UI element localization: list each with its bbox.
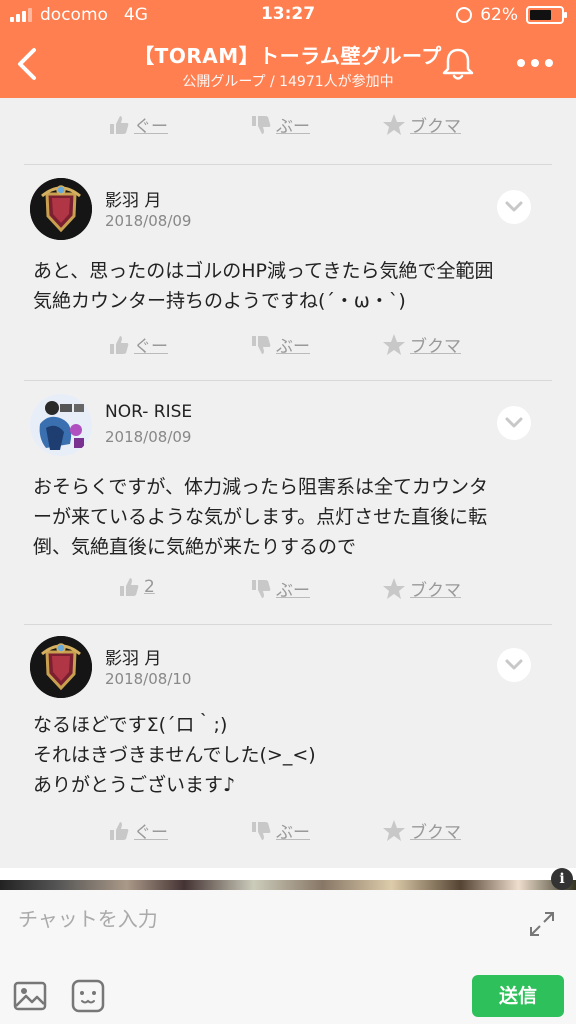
send-button[interactable]: 送信 xyxy=(472,975,564,1017)
ad-banner[interactable] xyxy=(0,868,576,890)
like-button[interactable]: ぐー xyxy=(108,112,168,137)
status-bar: docomo 4G 13:27 62% xyxy=(0,0,576,30)
chevron-down-icon xyxy=(505,201,523,212)
stamp-button[interactable] xyxy=(70,978,106,1014)
battery-percent: 62% xyxy=(480,5,518,25)
emblem-avatar-image xyxy=(30,178,92,240)
dislike-button[interactable]: ぶー xyxy=(250,818,310,843)
post-date: 2018/08/10 xyxy=(105,670,192,688)
image-icon xyxy=(13,981,47,1011)
like-button[interactable]: 2 xyxy=(118,576,155,598)
post-menu-button[interactable] xyxy=(497,190,531,224)
ad-image xyxy=(0,880,576,890)
chevron-down-icon xyxy=(505,659,523,670)
bookmark-button[interactable]: ブクマ xyxy=(382,112,461,137)
notification-button[interactable] xyxy=(438,44,478,84)
thumbs-up-icon xyxy=(110,821,129,840)
star-icon xyxy=(383,113,405,135)
dot-icon xyxy=(545,59,553,67)
thumbs-down-icon xyxy=(252,335,271,354)
avatar[interactable] xyxy=(30,636,92,698)
dislike-button[interactable]: ぶー xyxy=(250,112,310,137)
orientation-lock-icon xyxy=(456,7,473,23)
reaction-bar: 2 ぶー ブクマ xyxy=(0,576,576,616)
attach-image-button[interactable] xyxy=(12,978,48,1014)
thumbs-up-icon xyxy=(110,115,129,134)
post-menu-button[interactable] xyxy=(497,648,531,682)
avatar[interactable] xyxy=(30,178,92,240)
expand-icon xyxy=(530,912,554,936)
author-name[interactable]: NOR- RISE xyxy=(105,402,192,422)
chat-input[interactable]: チャットを入力 xyxy=(18,902,498,936)
divider xyxy=(24,164,552,165)
dislike-button[interactable]: ぶー xyxy=(250,576,310,601)
like-button[interactable]: ぐー xyxy=(108,818,168,843)
back-button[interactable] xyxy=(8,42,48,86)
character-avatar-image xyxy=(30,394,92,456)
divider xyxy=(24,624,552,625)
star-icon xyxy=(383,819,405,841)
post-date: 2018/08/09 xyxy=(105,212,192,230)
post-menu-button[interactable] xyxy=(497,406,531,440)
comment-text: あと、思ったのはゴルのHP減ってきたら気絶で全範囲 気絶カウンター持ちのようです… xyxy=(33,260,494,312)
reaction-bar: ぐー ぶー ブクマ xyxy=(0,112,576,152)
chat-input-bar: チャットを入力 送信 xyxy=(0,890,576,1024)
comment-text: おそらくですが、体力減ったら阻害系は全てカウンタ ーが来ているような気がします。… xyxy=(33,476,489,558)
thumbs-down-icon xyxy=(252,115,271,134)
thumbs-up-icon xyxy=(120,578,139,596)
comment-feed[interactable]: ぐー ぶー ブクマ 影羽 月 2018/08/09 あと、思ったのはゴルのHP減… xyxy=(0,98,576,868)
like-count: 2 xyxy=(144,577,155,597)
chevron-left-icon xyxy=(18,48,36,80)
info-icon[interactable]: i xyxy=(551,868,573,890)
thumbs-down-icon xyxy=(252,821,271,840)
dot-icon xyxy=(517,59,525,67)
author-name[interactable]: 影羽 月 xyxy=(105,644,161,669)
bookmark-button[interactable]: ブクマ xyxy=(382,332,461,357)
dislike-button[interactable]: ぶー xyxy=(250,332,310,357)
app-header: docomo 4G 13:27 62% 【TORAM】トーラム壁グループ 公開グ… xyxy=(0,0,576,98)
emblem-avatar-image xyxy=(30,636,92,698)
group-subtitle: 公開グループ / 14971人が参加中 xyxy=(182,74,394,90)
bell-icon xyxy=(442,48,474,80)
chevron-down-icon xyxy=(505,417,523,428)
header-title-block: 【TORAM】トーラム壁グループ 公開グループ / 14971人が参加中 xyxy=(80,40,496,91)
comment-text: なるほどですΣ(´ロ｀;) それはきづきませんでした(>_<) ありがとうござい… xyxy=(33,714,316,796)
expand-input-button[interactable] xyxy=(528,910,556,938)
like-button[interactable]: ぐー xyxy=(108,332,168,357)
divider xyxy=(24,380,552,381)
bookmark-button[interactable]: ブクマ xyxy=(382,818,461,843)
reaction-bar: ぐー ぶー ブクマ xyxy=(0,332,576,372)
avatar[interactable] xyxy=(30,394,92,456)
star-icon xyxy=(383,577,405,599)
thumbs-up-icon xyxy=(110,335,129,354)
author-name[interactable]: 影羽 月 xyxy=(105,186,161,211)
dot-icon xyxy=(531,59,539,67)
reaction-bar: ぐー ぶー ブクマ xyxy=(0,818,576,858)
smile-face-icon xyxy=(71,979,105,1013)
post-date: 2018/08/09 xyxy=(105,428,192,446)
battery-icon xyxy=(526,6,567,24)
more-options-button[interactable] xyxy=(510,48,560,78)
star-icon xyxy=(383,333,405,355)
group-title: 【TORAM】トーラム壁グループ xyxy=(134,44,442,68)
thumbs-down-icon xyxy=(252,579,271,598)
bookmark-button[interactable]: ブクマ xyxy=(382,576,461,601)
